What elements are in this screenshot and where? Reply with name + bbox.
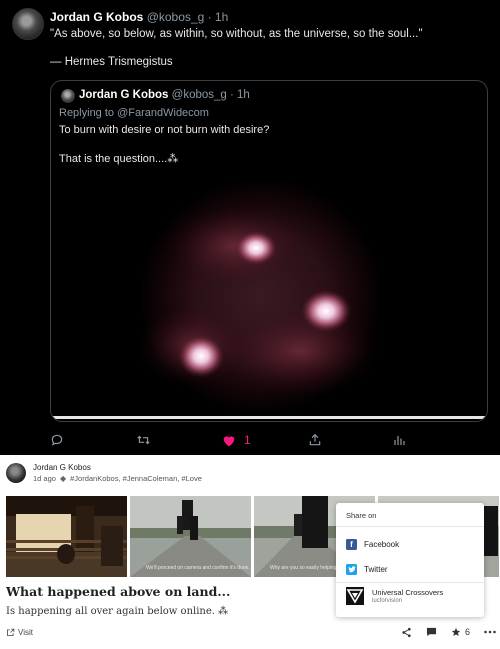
author-handle-time: @kobos_g · 1h xyxy=(171,89,250,101)
star-icon xyxy=(451,627,461,636)
share-twitter-option[interactable]: Twitter xyxy=(336,558,484,580)
share-community-option[interactable]: Universal Crossovers lucforvision xyxy=(346,587,443,605)
replying-to: Replying to @FarandWidecom xyxy=(59,107,209,119)
post-meta: 1d ago ◆ #JordanKobos, #JennaColeman, #L… xyxy=(33,474,202,483)
barn-scene-image xyxy=(6,496,127,577)
analytics-button[interactable] xyxy=(393,432,405,448)
quoted-media-image[interactable] xyxy=(51,176,488,422)
community-name: Universal Crossovers xyxy=(372,588,444,597)
tweet-panel: Jordan G Kobos @kobos_g · 1h "As above, … xyxy=(0,0,500,455)
post-action-bar: 6 xyxy=(387,625,496,639)
tweet-text: "As above, so below, as within, so witho… xyxy=(50,28,423,40)
external-link-icon xyxy=(7,628,15,636)
reply-icon xyxy=(51,434,63,446)
community-logo xyxy=(346,587,364,605)
star-button[interactable]: 6 xyxy=(451,627,470,637)
retweet-button[interactable] xyxy=(136,432,151,448)
avatar[interactable] xyxy=(6,463,26,483)
share-menu-title: Share on xyxy=(336,503,484,527)
thumbnail-caption: We'll proceed on camera and confirm it's… xyxy=(146,565,250,571)
post-author[interactable]: Jordan G Kobos xyxy=(33,463,91,472)
post-description: Is happening all over again below online… xyxy=(6,606,229,617)
comment-icon xyxy=(426,627,437,637)
analytics-icon xyxy=(394,436,405,445)
mention-link[interactable]: @FarandWidecom xyxy=(117,107,209,119)
media-thumbnail[interactable]: We'll proceed on camera and confirm it's… xyxy=(130,496,251,577)
star-count: 6 xyxy=(464,627,470,637)
share-option-label: Facebook xyxy=(364,539,400,549)
thumbnail-caption: Why are you so easily helping us? xyxy=(270,565,346,571)
visit-label: Visit xyxy=(18,628,33,637)
more-icon xyxy=(484,630,496,634)
like-count: 1 xyxy=(244,433,251,447)
share-option-label: Twitter xyxy=(364,564,388,574)
twitter-icon xyxy=(346,563,357,575)
tweet-attribution: — Hermes Trismegistus xyxy=(50,56,173,68)
post-tags[interactable]: #JordanKobos, #JennaColeman, #Love xyxy=(70,474,202,483)
share-icon xyxy=(402,627,411,637)
post-age: 1d ago xyxy=(33,474,56,483)
author-handle-time[interactable]: @kobos_g · 1h xyxy=(147,10,229,24)
community-subtitle: lucforvision xyxy=(372,598,403,604)
share-button[interactable] xyxy=(308,432,322,448)
quoted-text-line-2: That is the question....⁂ xyxy=(59,153,179,165)
avatar[interactable] xyxy=(12,8,44,40)
media-thumbnail[interactable] xyxy=(6,496,127,577)
author-name: Jordan G Kobos xyxy=(79,89,169,101)
avatar xyxy=(61,89,75,103)
share-menu: Share on f Facebook Twitter Universal Cr… xyxy=(336,503,484,617)
visit-link[interactable]: Visit xyxy=(6,628,33,637)
replying-prefix: Replying to xyxy=(59,107,118,119)
more-options-button[interactable] xyxy=(484,630,496,634)
post-title[interactable]: What happened above on land... xyxy=(6,584,230,599)
like-icon xyxy=(223,435,235,446)
tag-icon: ◆ xyxy=(59,474,67,483)
share-facebook-option[interactable]: f Facebook xyxy=(336,533,484,555)
quoted-tweet-card[interactable]: Jordan G Kobos @kobos_g · 1h Replying to… xyxy=(50,80,488,422)
like-button[interactable]: 1 xyxy=(222,432,251,448)
quoted-text-line-1: To burn with desire or not burn with des… xyxy=(59,124,270,136)
retweet-icon xyxy=(137,435,150,445)
quoted-header: Jordan G Kobos @kobos_g · 1h xyxy=(79,89,250,101)
share-icon xyxy=(309,433,321,446)
tweet-action-bar: 1 xyxy=(0,432,500,448)
tweet-header: Jordan G Kobos @kobos_g · 1h xyxy=(50,10,228,24)
facebook-icon: f xyxy=(346,538,357,550)
divider xyxy=(336,582,484,583)
comment-button[interactable] xyxy=(426,627,437,637)
author-name[interactable]: Jordan G Kobos xyxy=(50,10,143,24)
reply-button[interactable] xyxy=(50,432,64,448)
share-button[interactable] xyxy=(401,627,412,638)
